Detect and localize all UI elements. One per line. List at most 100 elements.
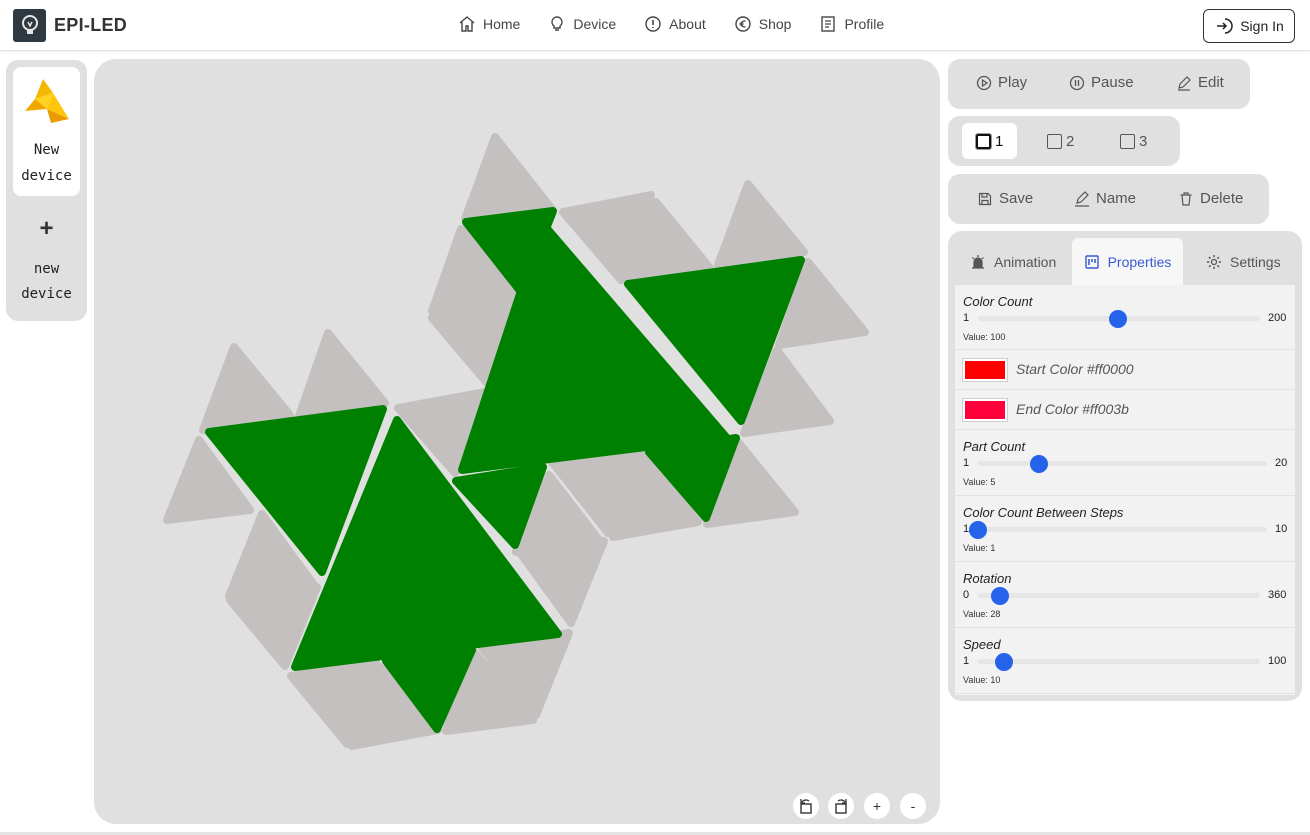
device-card-new-device[interactable]: New device — [13, 67, 80, 196]
sign-in-button[interactable]: Sign In — [1203, 9, 1295, 43]
checkbox-icon — [976, 134, 991, 149]
play-icon — [976, 75, 992, 90]
nav-device-label: Device — [573, 16, 617, 32]
led-layout — [163, 133, 869, 750]
rotation-max: 360 — [1268, 589, 1287, 601]
rotation-value: Value: 28 — [963, 609, 1001, 619]
device-sidebar: New device + new device — [6, 60, 87, 321]
brand-name[interactable]: EPI-LED — [54, 15, 127, 36]
led-triangle-inactive[interactable] — [714, 180, 808, 269]
nav-profile-label: Profile — [844, 16, 885, 32]
zoom-in-button[interactable]: + — [864, 793, 890, 819]
color-count-row: Color Count 1 200 Value: 100 — [955, 285, 1295, 350]
rotate-right-button[interactable] — [828, 793, 854, 819]
start-color-swatch[interactable] — [963, 359, 1007, 381]
rotation-row: Rotation 0 360 Value: 28 — [955, 562, 1295, 628]
color-steps-slider[interactable] — [969, 520, 1267, 539]
rotation-slider[interactable] — [978, 586, 1260, 605]
color-count-slider[interactable] — [978, 309, 1260, 328]
logo-icon[interactable] — [13, 9, 46, 42]
checkbox-icon — [1047, 134, 1062, 149]
trash-icon — [1180, 191, 1192, 206]
tab-settings[interactable]: Settings — [1206, 238, 1281, 285]
tab-properties-label: Properties — [1107, 253, 1172, 270]
rotation-label: Rotation — [963, 571, 1012, 586]
add-device-line1[interactable]: new — [6, 256, 87, 282]
nav-about-label: About — [669, 16, 706, 32]
part-count-max: 20 — [1275, 457, 1288, 469]
led-triangle-inactive[interactable] — [295, 329, 389, 420]
speed-min: 1 — [963, 655, 970, 667]
slot-2-label: 2 — [1066, 133, 1075, 150]
main-nav: Home Device About Shop Profile — [458, 15, 912, 33]
info-icon — [645, 16, 661, 32]
pause-icon — [1069, 75, 1085, 90]
kanban-icon — [1084, 254, 1099, 269]
speed-row: Speed 1 100 Value: 10 — [955, 628, 1295, 694]
led-triangle-inactive[interactable] — [199, 343, 294, 434]
nav-profile[interactable]: Profile — [819, 15, 884, 33]
euro-icon — [735, 16, 751, 32]
save-icon — [978, 192, 992, 205]
color-count-min: 1 — [963, 312, 970, 324]
nav-about[interactable]: About — [644, 15, 706, 33]
zoom-out-button[interactable]: - — [900, 793, 926, 819]
play-button[interactable]: Play — [976, 74, 1027, 91]
nav-shop-label: Shop — [758, 16, 792, 32]
device-name-line1: New — [33, 142, 60, 158]
nav-device[interactable]: Device — [548, 15, 616, 33]
part-count-value: Value: 5 — [963, 477, 996, 487]
slot-2-button[interactable]: 2 — [1047, 133, 1074, 150]
part-count-min: 1 — [963, 457, 970, 469]
tab-animation[interactable]: Animation — [970, 238, 1056, 285]
end-color-swatch[interactable] — [963, 399, 1007, 421]
nav-home-label: Home — [483, 16, 521, 32]
color-count-slider-thumb[interactable] — [1109, 309, 1128, 328]
rotate-left-button[interactable] — [793, 793, 819, 819]
speed-slider[interactable] — [978, 652, 1260, 671]
tab-settings-label: Settings — [1230, 253, 1281, 270]
top-bar: EPI-LED Home Device About Shop Profile S… — [0, 0, 1310, 51]
delete-button[interactable]: Delete — [1178, 190, 1243, 207]
delete-label: Delete — [1200, 190, 1244, 207]
part-count-slider[interactable] — [978, 454, 1267, 473]
color-steps-label: Color Count Between Steps — [963, 505, 1124, 520]
speed-value: Value: 10 — [963, 675, 1001, 685]
pencil-icon — [1075, 190, 1089, 207]
add-device-plus-icon[interactable]: + — [6, 215, 87, 243]
pause-button[interactable]: Pause — [1069, 74, 1134, 91]
part-count-label: Part Count — [963, 439, 1026, 454]
color-steps-slider-thumb[interactable] — [969, 520, 987, 539]
edit-label: Edit — [1198, 74, 1224, 91]
led-triangle-inactive[interactable] — [461, 133, 556, 223]
color-count-value: Value: 100 — [963, 332, 1006, 342]
save-button[interactable]: Save — [977, 190, 1033, 207]
slot-1-button[interactable]: 1 — [976, 133, 1003, 150]
led-canvas[interactable]: + - — [94, 59, 940, 824]
name-button[interactable]: Name — [1074, 190, 1136, 207]
device-thumbnail-icon — [25, 79, 69, 123]
siren-icon — [972, 254, 984, 269]
edit-button[interactable]: Edit — [1176, 74, 1224, 91]
rotation-min: 0 — [963, 589, 970, 601]
tab-properties[interactable]: Properties — [1072, 238, 1183, 285]
color-steps-value: Value: 1 — [963, 543, 996, 553]
add-device-line2[interactable]: device — [6, 281, 87, 307]
color-count-max: 200 — [1268, 312, 1287, 324]
profile-icon — [821, 16, 836, 32]
rotation-slider-thumb[interactable] — [990, 586, 1009, 605]
slot-3-button[interactable]: 3 — [1120, 133, 1147, 150]
device-name-line2: device — [21, 168, 72, 184]
part-count-slider-thumb[interactable] — [1029, 454, 1048, 473]
slot-1-label: 1 — [995, 133, 1004, 150]
pencil-icon — [1178, 75, 1191, 91]
speed-slider-thumb[interactable] — [994, 652, 1013, 671]
speed-label: Speed — [963, 637, 1001, 652]
nav-home[interactable]: Home — [458, 15, 520, 33]
rotate-right-icon — [835, 799, 847, 814]
save-label: Save — [999, 190, 1034, 207]
end-color-label: End Color #ff003b — [1016, 401, 1129, 417]
nav-shop[interactable]: Shop — [734, 15, 792, 33]
color-steps-row: Color Count Between Steps 1 10 Value: 1 — [955, 496, 1295, 562]
pause-label: Pause — [1091, 74, 1134, 91]
